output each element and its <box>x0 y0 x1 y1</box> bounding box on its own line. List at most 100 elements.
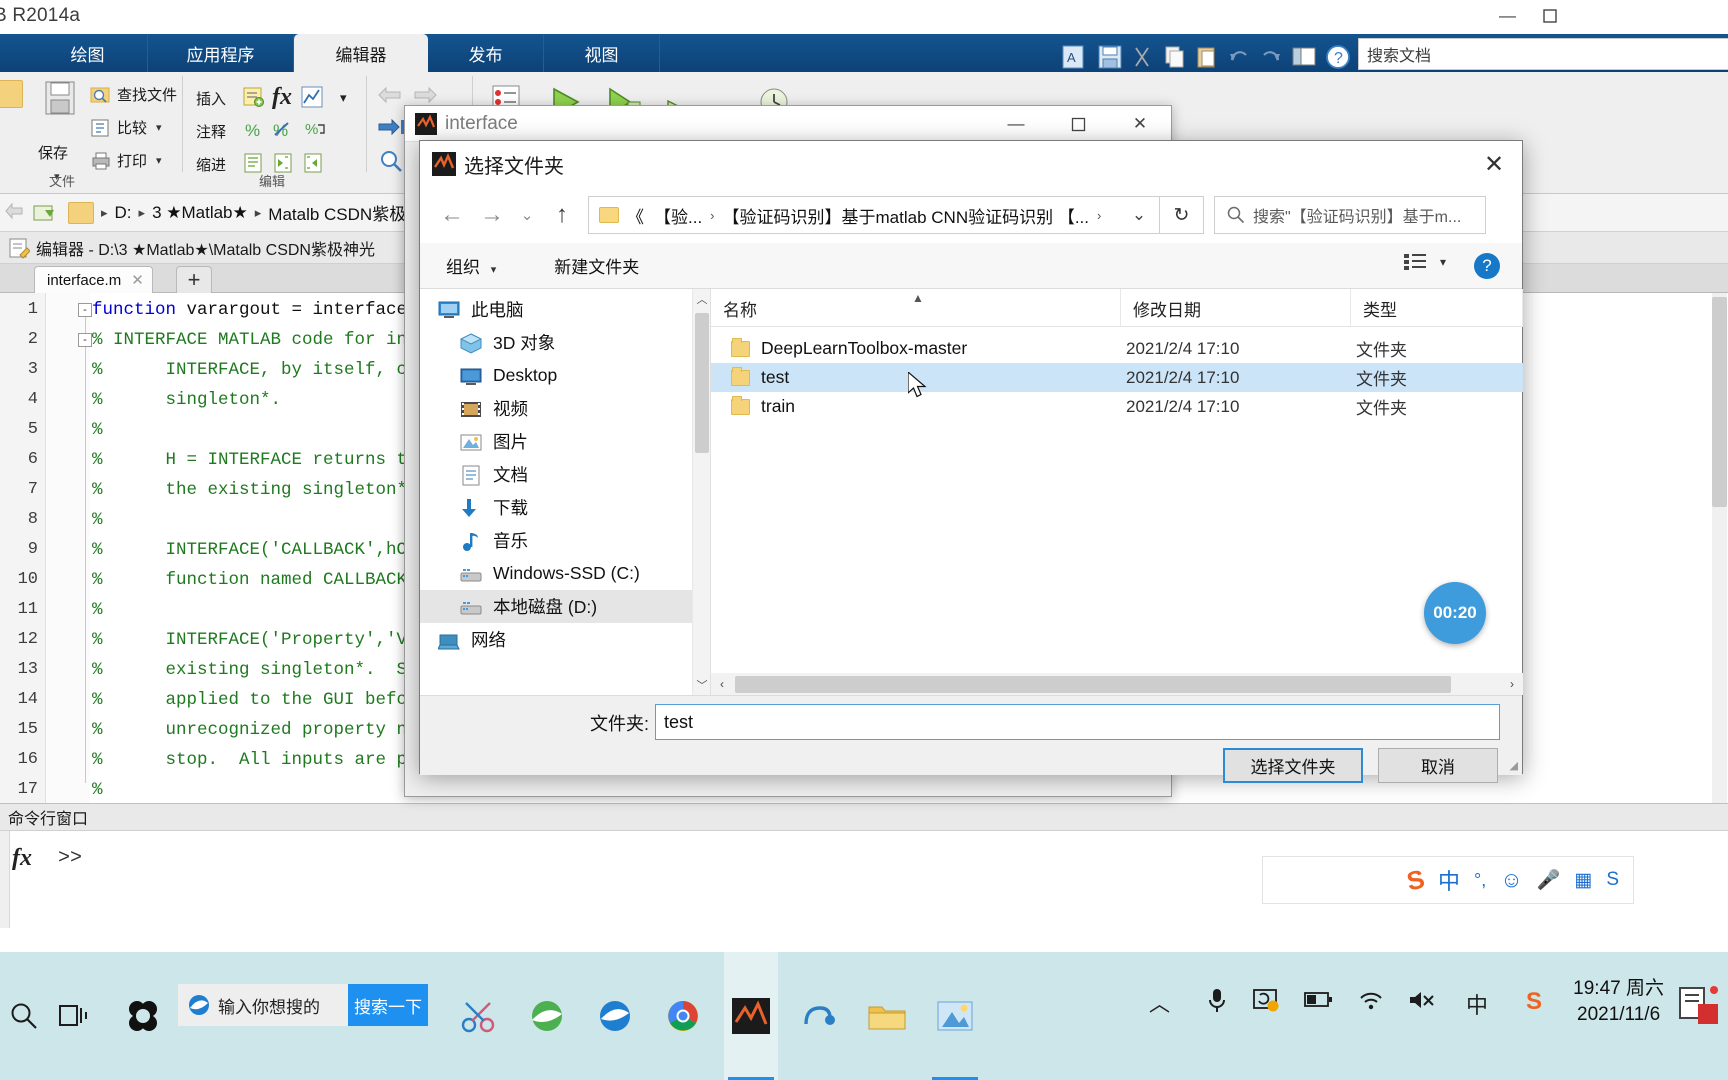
search-docs-input[interactable]: 搜索文档 <box>1358 38 1728 70</box>
insert-function-icon[interactable]: fx <box>272 84 292 111</box>
close-icon[interactable]: ✕ <box>1109 106 1171 142</box>
arrow-right-icon[interactable]: → <box>472 195 512 235</box>
comment-label[interactable]: 注释 <box>196 121 226 142</box>
tree-item-desktop[interactable]: Desktop <box>420 359 692 392</box>
undo-icon[interactable] <box>1226 44 1252 72</box>
ime-floating-bar[interactable]: S 中 °, ☺ 🎤 ▦ S <box>1262 856 1634 904</box>
help-icon[interactable]: ? <box>1324 44 1352 72</box>
horizontal-scroll-thumb[interactable] <box>735 675 1451 693</box>
ime-voice-icon[interactable]: 🎤 <box>1537 868 1561 892</box>
path-segment-drive[interactable]: D: <box>115 203 132 223</box>
search-input[interactable]: 搜索"【验证码识别】基于m... <box>1214 196 1486 234</box>
wifi-icon[interactable] <box>1358 988 1384 1012</box>
new-variable-icon[interactable]: A <box>1060 44 1090 72</box>
help-icon[interactable]: ? <box>1474 253 1500 279</box>
print-caret-icon[interactable]: ▾ <box>156 154 162 167</box>
taskbar-app-explorer[interactable] <box>860 952 914 1080</box>
tree-item-drive[interactable]: Windows-SSD (C:) <box>420 557 692 590</box>
insert-more-caret-icon[interactable]: ▾ <box>340 90 347 106</box>
comment-percent-icon[interactable]: % <box>242 119 266 141</box>
column-header[interactable]: 类型 <box>1351 289 1523 327</box>
minimize-icon[interactable]: — <box>985 106 1047 142</box>
new-folder-button[interactable]: 新建文件夹 <box>554 253 639 278</box>
onedrive-sync-icon[interactable] <box>1252 986 1280 1014</box>
wrap-comment-icon[interactable]: % <box>304 119 330 141</box>
find-files-button[interactable]: 查找文件 <box>90 84 177 105</box>
save-small-icon[interactable] <box>1096 44 1126 72</box>
refresh-icon[interactable]: ↻ <box>1160 196 1204 234</box>
taskbar-search-button[interactable] <box>0 952 48 1080</box>
select-folder-dialog[interactable]: 选择文件夹 ✕ ← → ⌄ ↑ 《 【验... › 【验证码识别】基于matla… <box>419 140 1523 783</box>
chevron-up-icon[interactable]: ︿ <box>1149 988 1170 1018</box>
taskbar-clock[interactable]: 19:47 周六 2021/11/6 <box>1573 976 1664 1028</box>
maximize-icon[interactable] <box>1047 106 1109 142</box>
close-icon[interactable]: ✕ <box>131 271 144 289</box>
breadcrumb-root[interactable]: 《 <box>627 203 644 228</box>
save-button[interactable]: 保存 ▾ <box>32 80 88 183</box>
tree-item-music[interactable]: 音乐 <box>420 524 692 557</box>
file-list-horizontal-scrollbar[interactable]: ‹ › <box>711 673 1523 695</box>
tree-item-downloads[interactable]: 下载 <box>420 491 692 524</box>
compare-caret-icon[interactable]: ▾ <box>156 121 162 134</box>
insert-label[interactable]: 插入 <box>196 88 226 109</box>
breadcrumb-item-1[interactable]: 【验... <box>654 203 702 228</box>
file-list-row[interactable]: test 2021/2/4 17:10 文件夹 <box>711 363 1523 392</box>
fx-icon[interactable]: fx <box>12 845 32 872</box>
insert-plot-icon[interactable] <box>300 85 324 109</box>
microphone-icon[interactable] <box>1206 986 1228 1014</box>
new-tab-button[interactable]: + <box>176 266 212 293</box>
tree-item-3d-objects[interactable]: 3D 对象 <box>420 326 692 359</box>
ime-punctuation-icon[interactable]: °, <box>1474 870 1486 891</box>
ribbon-tab-publish[interactable]: 发布 <box>428 34 544 72</box>
editor-tab-interface-m[interactable]: interface.m ✕ <box>34 266 153 293</box>
list-view-icon[interactable] <box>1403 253 1428 271</box>
select-folder-button[interactable]: 选择文件夹 <box>1223 748 1363 783</box>
code-fold-toggle[interactable]: - <box>78 333 92 347</box>
battery-icon[interactable] <box>1304 990 1332 1010</box>
taskbar-app-matlab[interactable] <box>724 952 778 1080</box>
navigation-tree[interactable]: 此电脑 3D 对象 Desktop 视频 图片 文档 下载 音乐 Windows-SSD (C:… <box>420 289 692 695</box>
taskbar-app-chrome[interactable] <box>656 952 710 1080</box>
ime-keyboard-icon[interactable]: ▦ <box>1574 869 1592 892</box>
layout-icon[interactable] <box>1290 44 1320 72</box>
notification-icon[interactable] <box>1676 984 1720 1026</box>
tree-item-videos[interactable]: 视频 <box>420 392 692 425</box>
path-segment-1[interactable]: 3 ★Matlab★ <box>152 203 248 223</box>
tree-vertical-scrollbar[interactable]: ︿ ﹀ <box>692 289 710 695</box>
compare-button[interactable]: 比较 ▾ <box>90 117 162 138</box>
ime-toolbox-icon[interactable]: S <box>1606 869 1619 891</box>
ribbon-tab-apps[interactable]: 应用程序 <box>148 34 294 72</box>
column-header[interactable]: 修改日期 <box>1121 289 1351 327</box>
taskbar-app-ie[interactable] <box>520 952 574 1080</box>
chevron-down-icon[interactable]: ﹀ <box>693 675 711 695</box>
ime-mode-chinese[interactable]: 中 <box>1438 864 1460 896</box>
path-segment-2[interactable]: Matalb CSDN紫极 <box>268 200 406 225</box>
folder-name-input[interactable]: test <box>655 704 1500 740</box>
chevron-down-icon[interactable]: ⌄ <box>1119 197 1159 233</box>
file-list-row[interactable]: train 2021/2/4 17:10 文件夹 <box>711 392 1523 421</box>
arrow-left-icon[interactable]: ← <box>432 195 472 235</box>
tree-item-pictures[interactable]: 图片 <box>420 425 692 458</box>
chevron-right-icon[interactable]: › <box>1501 673 1523 695</box>
taskbar-app-edge[interactable] <box>588 952 642 1080</box>
browse-folder-icon[interactable] <box>32 201 60 225</box>
copy-icon[interactable] <box>1162 44 1188 72</box>
arrow-up-icon[interactable]: ↑ <box>542 195 582 235</box>
paste-icon[interactable] <box>1194 44 1220 72</box>
maximize-icon[interactable] <box>1542 8 1558 27</box>
sogou-icon[interactable]: S <box>1526 988 1542 1016</box>
tree-item-documents[interactable]: 文档 <box>420 458 692 491</box>
close-icon[interactable]: ✕ <box>1466 141 1522 187</box>
tree-item-network[interactable]: 网络 <box>420 623 692 656</box>
open-button[interactable]: 开 ▾ <box>0 80 28 108</box>
tree-item-drive[interactable]: 本地磁盘 (D:) <box>420 590 692 623</box>
file-list-row[interactable]: DeepLearnToolbox-master 2021/2/4 17:10 文件夹 <box>711 334 1523 363</box>
web-search-button[interactable]: 搜索一下 <box>348 984 428 1026</box>
task-view-button[interactable] <box>50 952 98 1080</box>
chevron-down-icon[interactable]: ⌄ <box>512 195 542 235</box>
address-bar[interactable]: 《 【验... › 【验证码识别】基于matlab CNN验证码识别 【... … <box>588 196 1160 234</box>
chevron-left-icon[interactable]: ‹ <box>711 673 733 695</box>
breadcrumb-item-2[interactable]: 【验证码识别】基于matlab CNN验证码识别 【... <box>723 203 1089 228</box>
code-vertical-scroll-thumb[interactable] <box>1712 297 1727 507</box>
file-list[interactable]: 名称 ▲ 修改日期 类型 DeepLearnToolbox-master 2021/2/… <box>710 289 1523 695</box>
